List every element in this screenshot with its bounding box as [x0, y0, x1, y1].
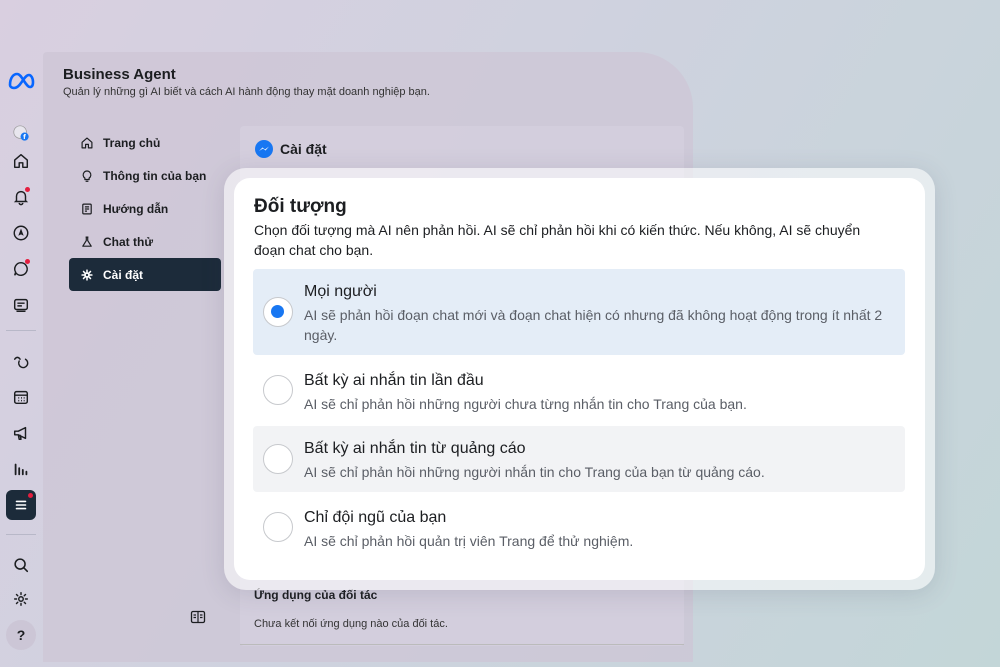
rail-navigate-button[interactable]	[6, 218, 36, 248]
option-description: AI sẽ chỉ phản hồi quản trị viên Trang đ…	[304, 533, 634, 549]
calendar-icon	[13, 390, 29, 405]
radio-button[interactable]	[263, 375, 293, 405]
notification-dot	[25, 187, 30, 192]
audience-option-from-ads[interactable]: Bất kỳ ai nhắn tin từ quảng cáo AI sẽ ch…	[253, 426, 905, 492]
nav-item-your-info[interactable]: Thông tin của bạn	[69, 159, 221, 192]
nav-item-label: Cài đặt	[103, 267, 144, 282]
rail-notifications-button[interactable]	[6, 182, 36, 212]
home-icon	[79, 135, 95, 151]
rail-planner-button[interactable]	[6, 382, 36, 412]
notification-dot	[25, 259, 30, 264]
bar-chart-icon	[14, 463, 28, 476]
flask-icon	[79, 234, 95, 250]
option-label: Chỉ đội ngũ của bạn	[304, 509, 447, 526]
settings-title: Cài đặt	[280, 141, 327, 157]
rail-home-button[interactable]	[6, 146, 36, 176]
audience-option-everyone[interactable]: Mọi người AI sẽ phản hồi đoạn chat mới v…	[253, 269, 905, 355]
rail-ads-button[interactable]	[6, 418, 36, 448]
search-icon	[14, 558, 29, 573]
radio-button[interactable]	[263, 444, 293, 474]
lightbulb-icon	[79, 168, 95, 184]
rail-search-button[interactable]	[6, 550, 36, 580]
modal-description: Chọn đối tượng mà AI nên phản hồi. AI sẽ…	[254, 222, 861, 258]
modal-title: Đối tượng	[254, 196, 347, 217]
help-icon: ?	[16, 627, 26, 643]
option-label: Bất kỳ ai nhắn tin từ quảng cáo	[304, 440, 526, 457]
rail-analytics-button[interactable]	[6, 454, 36, 484]
gear-icon	[13, 591, 29, 607]
home-icon	[13, 153, 29, 169]
menu-icon	[15, 500, 27, 510]
audience-option-first-time[interactable]: Bất kỳ ai nhắn tin lần đầu AI sẽ chỉ phả…	[253, 358, 905, 422]
rail-help-button[interactable]: ?	[6, 620, 36, 650]
nav-item-label: Trang chủ	[103, 135, 161, 150]
audience-option-team-only[interactable]: Chỉ đội ngũ của bạn AI sẽ chỉ phản hồi q…	[253, 495, 905, 559]
insights-icon	[13, 356, 29, 369]
rail-messages-button[interactable]	[6, 254, 36, 284]
rail-settings-button[interactable]	[6, 584, 36, 614]
nav-item-label: Hướng dẫn	[103, 201, 169, 216]
rail-insights-button[interactable]	[6, 346, 36, 376]
page-subtitle: Quản lý những gì AI biết và cách AI hành…	[63, 86, 430, 98]
radio-button[interactable]	[263, 512, 293, 542]
nav-item-test-chat[interactable]: Chat thử	[69, 225, 221, 258]
messenger-icon	[255, 140, 273, 158]
nav-item-settings[interactable]: Cài đặt	[69, 258, 221, 291]
page-title: Business Agent	[63, 66, 176, 83]
nav-item-home[interactable]: Trang chủ	[69, 126, 221, 159]
rail-content-button[interactable]	[6, 290, 36, 320]
guide-icon	[79, 201, 95, 217]
notification-dot	[28, 493, 33, 498]
rail-all-tools-button[interactable]	[6, 490, 36, 520]
facebook-avatar-icon: f	[13, 125, 29, 141]
card-divider	[240, 644, 684, 645]
collapse-sidebar-icon[interactable]	[190, 609, 206, 625]
option-description: AI sẽ phản hồi đoạn chat mới và đoạn cha…	[304, 307, 883, 343]
nav-item-label: Thông tin của bạn	[103, 168, 207, 183]
page-avatar[interactable]: f	[6, 118, 36, 148]
meta-logo-icon[interactable]	[6, 66, 36, 96]
rail-divider	[6, 534, 36, 535]
nav-item-label: Chat thử	[103, 234, 154, 249]
compass-icon	[13, 225, 29, 241]
section-nav: Trang chủ Thông tin của bạn Hướng dẫn Ch…	[69, 126, 221, 291]
option-description: AI sẽ chỉ phản hồi những người nhắn tin …	[304, 464, 765, 480]
radio-button[interactable]	[263, 297, 293, 327]
left-rail: f ?	[0, 0, 42, 667]
option-label: Bất kỳ ai nhắn tin lần đầu	[304, 372, 484, 389]
partner-apps-status: Chưa kết nối ứng dụng nào của đối tác.	[254, 618, 448, 630]
rail-divider	[6, 330, 36, 331]
megaphone-icon	[13, 426, 27, 441]
option-label: Mọi người	[304, 283, 377, 300]
partner-apps-title: Ứng dụng của đối tác	[254, 588, 378, 602]
svg-text:f: f	[23, 134, 26, 141]
gear-icon	[79, 267, 95, 283]
option-description: AI sẽ chỉ phản hồi những người chưa từng…	[304, 396, 747, 412]
nav-item-guide[interactable]: Hướng dẫn	[69, 192, 221, 225]
content-library-icon	[13, 298, 29, 313]
settings-header: Cài đặt	[254, 139, 327, 159]
